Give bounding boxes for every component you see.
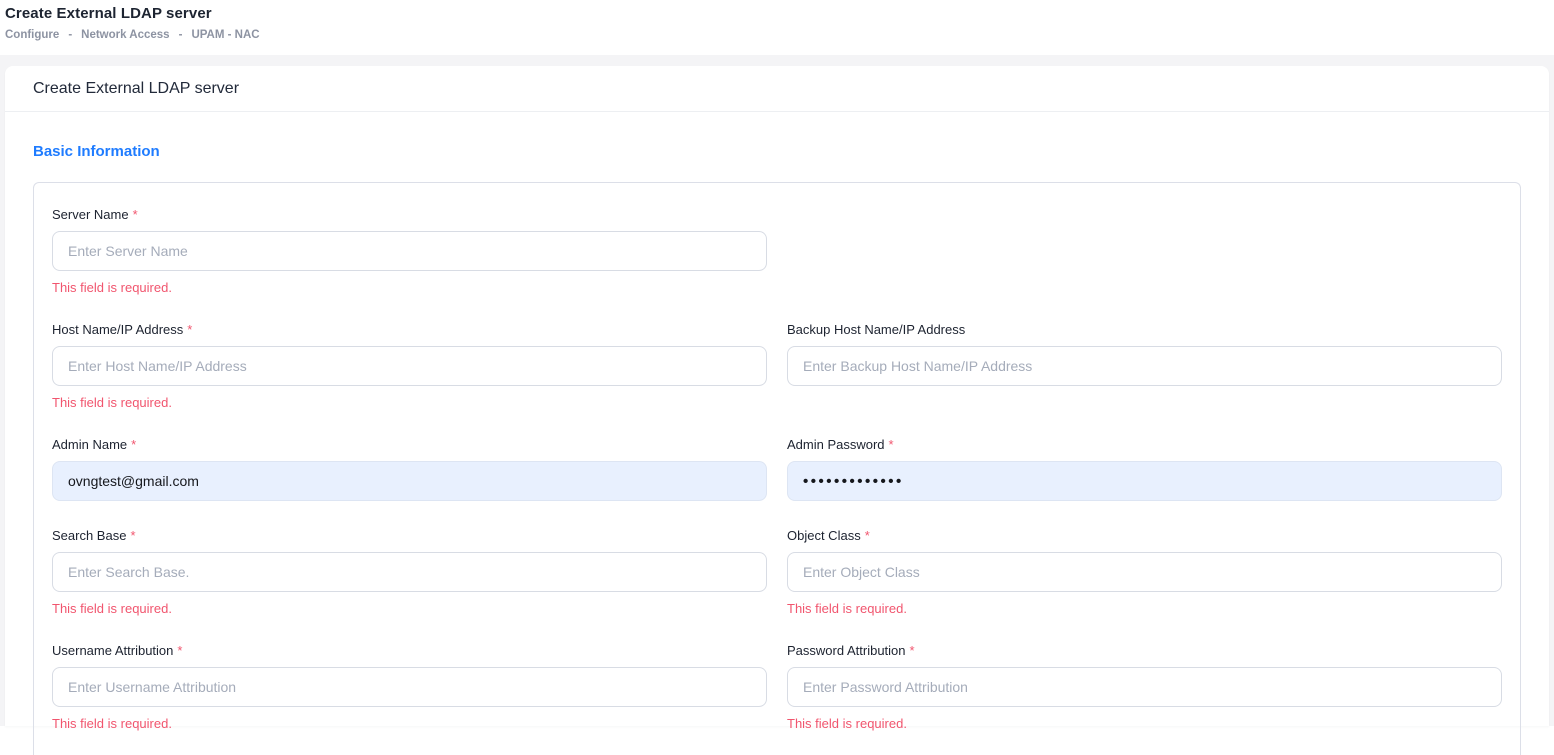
password-attribution-error: This field is required. bbox=[787, 716, 1502, 731]
password-attribution-label-text: Password Attribution bbox=[787, 643, 906, 658]
search-base-error: This field is required. bbox=[52, 601, 767, 616]
required-asterisk: * bbox=[133, 207, 138, 222]
required-asterisk: * bbox=[131, 437, 136, 452]
username-attribution-input[interactable] bbox=[52, 667, 767, 707]
content-background: Create External LDAP server Basic Inform… bbox=[0, 55, 1554, 726]
breadcrumb-separator: - bbox=[179, 29, 183, 41]
field-search-base: Search Base * This field is required. bbox=[52, 528, 767, 616]
required-asterisk: * bbox=[130, 528, 135, 543]
object-class-error: This field is required. bbox=[787, 601, 1502, 616]
admin-password-label: Admin Password * bbox=[787, 437, 1502, 452]
empty-cell bbox=[787, 207, 1502, 295]
username-attribution-error: This field is required. bbox=[52, 716, 767, 731]
password-attribution-input[interactable] bbox=[787, 667, 1502, 707]
required-asterisk: * bbox=[910, 643, 915, 658]
host-name-label-text: Host Name/IP Address bbox=[52, 322, 183, 337]
search-base-input[interactable] bbox=[52, 552, 767, 592]
object-class-label: Object Class * bbox=[787, 528, 1502, 543]
card-header: Create External LDAP server bbox=[5, 66, 1549, 112]
object-class-label-text: Object Class bbox=[787, 528, 861, 543]
field-admin-password: Admin Password * bbox=[787, 437, 1502, 501]
search-base-label: Search Base * bbox=[52, 528, 767, 543]
admin-name-label: Admin Name * bbox=[52, 437, 767, 452]
field-password-attribution: Password Attribution * This field is requ… bbox=[787, 643, 1502, 731]
create-ldap-card: Create External LDAP server Basic Inform… bbox=[5, 66, 1549, 726]
password-attribution-label: Password Attribution * bbox=[787, 643, 1502, 658]
required-asterisk: * bbox=[187, 322, 192, 337]
page-header: Create External LDAP server Configure - … bbox=[0, 0, 1554, 55]
backup-host-label-text: Backup Host Name/IP Address bbox=[787, 322, 965, 337]
field-admin-name: Admin Name * bbox=[52, 437, 767, 501]
backup-host-label: Backup Host Name/IP Address bbox=[787, 322, 1502, 337]
backup-host-input[interactable] bbox=[787, 346, 1502, 386]
breadcrumb-item-upam-nac[interactable]: UPAM - NAC bbox=[191, 29, 259, 41]
required-asterisk: * bbox=[865, 528, 870, 543]
field-server-name: Server Name * This field is required. bbox=[52, 207, 767, 295]
field-object-class: Object Class * This field is required. bbox=[787, 528, 1502, 616]
page-title: Create External LDAP server bbox=[5, 5, 1554, 22]
field-backup-host: Backup Host Name/IP Address bbox=[787, 322, 1502, 410]
card-body: Basic Information Server Name * This fiel… bbox=[5, 112, 1549, 755]
breadcrumb-item-configure[interactable]: Configure bbox=[5, 29, 59, 41]
host-name-error: This field is required. bbox=[52, 395, 767, 410]
card-title: Create External LDAP server bbox=[33, 80, 239, 97]
host-name-input[interactable] bbox=[52, 346, 767, 386]
basic-information-fieldset: Server Name * This field is required. Hos… bbox=[33, 182, 1521, 755]
breadcrumb-item-network-access[interactable]: Network Access bbox=[81, 29, 169, 41]
admin-password-input[interactable] bbox=[787, 461, 1502, 501]
search-base-label-text: Search Base bbox=[52, 528, 126, 543]
server-name-error: This field is required. bbox=[52, 280, 767, 295]
field-host-name: Host Name/IP Address * This field is requ… bbox=[52, 322, 767, 410]
admin-name-input[interactable] bbox=[52, 461, 767, 501]
server-name-input[interactable] bbox=[52, 231, 767, 271]
username-attribution-label: Username Attribution * bbox=[52, 643, 767, 658]
breadcrumb-separator: - bbox=[68, 29, 72, 41]
required-asterisk: * bbox=[177, 643, 182, 658]
admin-password-label-text: Admin Password bbox=[787, 437, 885, 452]
field-username-attribution: Username Attribution * This field is requ… bbox=[52, 643, 767, 731]
section-title-basic-information: Basic Information bbox=[33, 143, 1521, 160]
server-name-label: Server Name * bbox=[52, 207, 767, 222]
username-attribution-label-text: Username Attribution bbox=[52, 643, 173, 658]
admin-name-label-text: Admin Name bbox=[52, 437, 127, 452]
breadcrumb: Configure - Network Access - UPAM - NAC bbox=[5, 29, 1554, 41]
host-name-label: Host Name/IP Address * bbox=[52, 322, 767, 337]
form-grid: Server Name * This field is required. Hos… bbox=[52, 207, 1502, 731]
server-name-label-text: Server Name bbox=[52, 207, 129, 222]
object-class-input[interactable] bbox=[787, 552, 1502, 592]
required-asterisk: * bbox=[889, 437, 894, 452]
